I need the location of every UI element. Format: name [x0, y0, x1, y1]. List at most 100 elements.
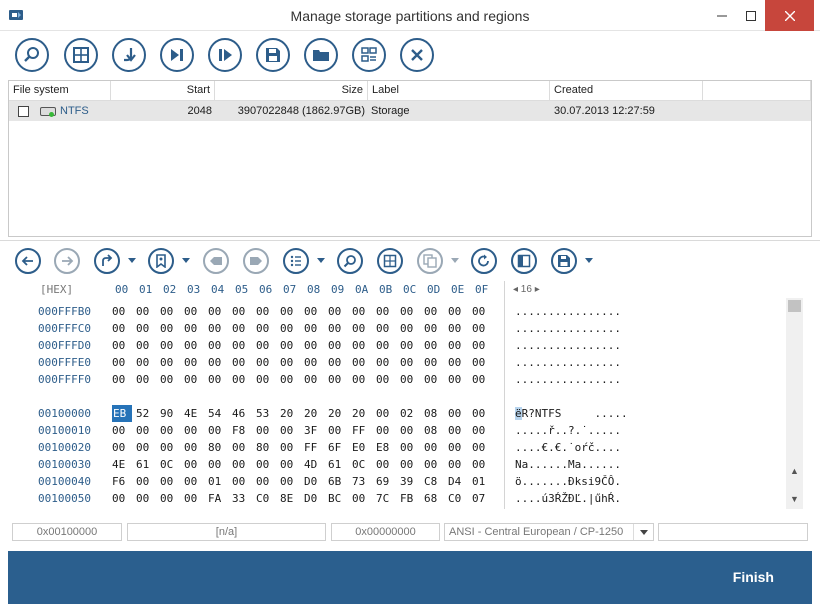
hex-byte[interactable]: 00 — [256, 371, 276, 388]
hex-byte[interactable]: 00 — [304, 354, 324, 371]
hex-byte[interactable]: 00 — [280, 439, 300, 456]
hex-byte[interactable]: 00 — [208, 371, 228, 388]
bookmark-dropdown-arrow[interactable] — [182, 258, 190, 263]
hex-byte[interactable]: 00 — [448, 320, 468, 337]
bytes-per-row-spinner[interactable]: ◂ 16 ▸ — [513, 281, 540, 299]
hex-byte[interactable]: D0 — [304, 490, 324, 507]
hex-byte[interactable]: 00 — [256, 422, 276, 439]
hex-byte[interactable]: 00 — [400, 371, 420, 388]
hex-byte[interactable]: 00 — [136, 490, 156, 507]
hex-byte[interactable]: 00 — [328, 320, 348, 337]
hex-byte[interactable]: 54 — [208, 405, 228, 422]
hex-byte[interactable]: E8 — [376, 439, 396, 456]
hex-byte[interactable]: 00 — [400, 422, 420, 439]
prev-bookmark-button[interactable] — [203, 248, 229, 274]
hex-byte[interactable]: 00 — [208, 320, 228, 337]
table-row[interactable]: NTFS 2048 3907022848 (1862.97GB) Storage… — [9, 101, 811, 121]
hex-byte[interactable]: 00 — [352, 371, 372, 388]
hex-byte[interactable]: 00 — [424, 337, 444, 354]
hex-byte[interactable]: 00 — [112, 354, 132, 371]
hex-byte[interactable]: 00 — [424, 456, 444, 473]
hex-byte[interactable]: 00 — [184, 354, 204, 371]
hex-byte[interactable]: 00 — [448, 456, 468, 473]
hex-byte[interactable]: 3F — [304, 422, 324, 439]
hex-byte[interactable]: 53 — [256, 405, 276, 422]
hex-byte[interactable]: 00 — [424, 439, 444, 456]
hex-byte[interactable]: 00 — [472, 439, 492, 456]
hex-byte[interactable]: 00 — [448, 439, 468, 456]
hex-byte[interactable]: 00 — [208, 354, 228, 371]
column-header-start[interactable]: Start — [111, 81, 215, 101]
hex-byte[interactable]: FF — [352, 422, 372, 439]
hex-byte[interactable]: 0C — [352, 456, 372, 473]
hex-byte[interactable]: 00 — [304, 371, 324, 388]
hex-byte[interactable]: 00 — [232, 456, 252, 473]
hex-byte[interactable]: 00 — [208, 337, 228, 354]
ascii-text[interactable]: ................ — [515, 371, 621, 388]
hex-byte[interactable]: 00 — [376, 371, 396, 388]
download-button[interactable] — [112, 38, 146, 72]
hex-byte[interactable]: 00 — [256, 456, 276, 473]
cancel-button[interactable] — [400, 38, 434, 72]
hex-byte[interactable]: 00 — [160, 439, 180, 456]
list-view-dropdown-arrow[interactable] — [317, 258, 325, 263]
hex-byte[interactable]: 46 — [232, 405, 252, 422]
hex-byte[interactable]: C0 — [256, 490, 276, 507]
list-button[interactable] — [352, 38, 386, 72]
hex-byte[interactable]: 00 — [160, 371, 180, 388]
hex-byte[interactable]: E0 — [352, 439, 372, 456]
scrollbar-thumb[interactable] — [788, 300, 801, 312]
ascii-text[interactable]: .....ř..?.˙..... — [515, 422, 621, 439]
back-button[interactable] — [15, 248, 41, 274]
hex-byte[interactable]: 00 — [136, 439, 156, 456]
bookmark-button[interactable] — [148, 248, 174, 274]
hex-byte[interactable]: 02 — [400, 405, 420, 422]
hex-byte[interactable]: 6B — [328, 473, 348, 490]
hex-byte[interactable]: 00 — [472, 456, 492, 473]
refresh-button[interactable] — [471, 248, 497, 274]
hex-byte[interactable]: 00 — [424, 371, 444, 388]
hex-byte[interactable]: 00 — [400, 354, 420, 371]
hex-byte[interactable]: 52 — [136, 405, 156, 422]
hex-byte[interactable]: 00 — [184, 473, 204, 490]
hex-byte[interactable]: 6F — [328, 439, 348, 456]
hex-byte[interactable]: 20 — [352, 405, 372, 422]
hex-byte[interactable]: 00 — [280, 422, 300, 439]
hex-byte[interactable]: 00 — [232, 473, 252, 490]
ascii-text[interactable]: ....ú3ŔŽĐĽ.|űhŔ. — [515, 490, 621, 507]
hex-byte[interactable]: 00 — [328, 354, 348, 371]
hex-byte[interactable]: 00 — [160, 320, 180, 337]
hex-row[interactable]: 00100050 00 00 00 00 FA 33 C0 8E D0 BC 00 7C FB 68 C0 07… — [8, 490, 788, 507]
goto-button[interactable] — [94, 248, 120, 274]
hex-byte[interactable]: 00 — [472, 371, 492, 388]
column-header-created[interactable]: Created — [550, 81, 703, 101]
hex-byte[interactable]: 90 — [160, 405, 180, 422]
open-folder-button[interactable] — [304, 38, 338, 72]
hex-byte[interactable]: 00 — [160, 303, 180, 320]
hex-byte[interactable]: 0C — [160, 456, 180, 473]
hex-byte[interactable]: 00 — [280, 473, 300, 490]
hex-byte[interactable]: 00 — [472, 354, 492, 371]
hex-byte[interactable]: 00 — [232, 303, 252, 320]
hex-byte[interactable]: 20 — [304, 405, 324, 422]
hex-byte[interactable]: 08 — [424, 405, 444, 422]
hex-byte[interactable]: 00 — [184, 490, 204, 507]
hex-byte[interactable]: 00 — [352, 337, 372, 354]
hex-byte[interactable]: 33 — [232, 490, 252, 507]
hex-byte[interactable]: 00 — [376, 337, 396, 354]
hex-viewer[interactable]: [HEX] 00 01 02 03 04 05 06 07 08 09 0A 0… — [8, 281, 812, 509]
hex-byte[interactable]: 00 — [424, 354, 444, 371]
column-header-size[interactable]: Size — [215, 81, 368, 101]
hex-byte[interactable]: 69 — [376, 473, 396, 490]
hex-byte[interactable]: 00 — [136, 303, 156, 320]
hex-byte[interactable]: 00 — [328, 303, 348, 320]
hex-byte[interactable]: 00 — [112, 320, 132, 337]
hex-byte[interactable]: 00 — [160, 354, 180, 371]
hex-byte[interactable]: 68 — [424, 490, 444, 507]
hex-byte[interactable]: 00 — [112, 439, 132, 456]
hex-byte[interactable]: 00 — [280, 371, 300, 388]
close-window-button[interactable] — [765, 0, 814, 31]
hex-byte[interactable]: 00 — [376, 422, 396, 439]
hex-byte[interactable]: 00 — [448, 422, 468, 439]
hex-row[interactable]: 00100010 00 00 00 00 00 F8 00 00 3F 00 FF 00 00 08 00 00… — [8, 422, 788, 439]
